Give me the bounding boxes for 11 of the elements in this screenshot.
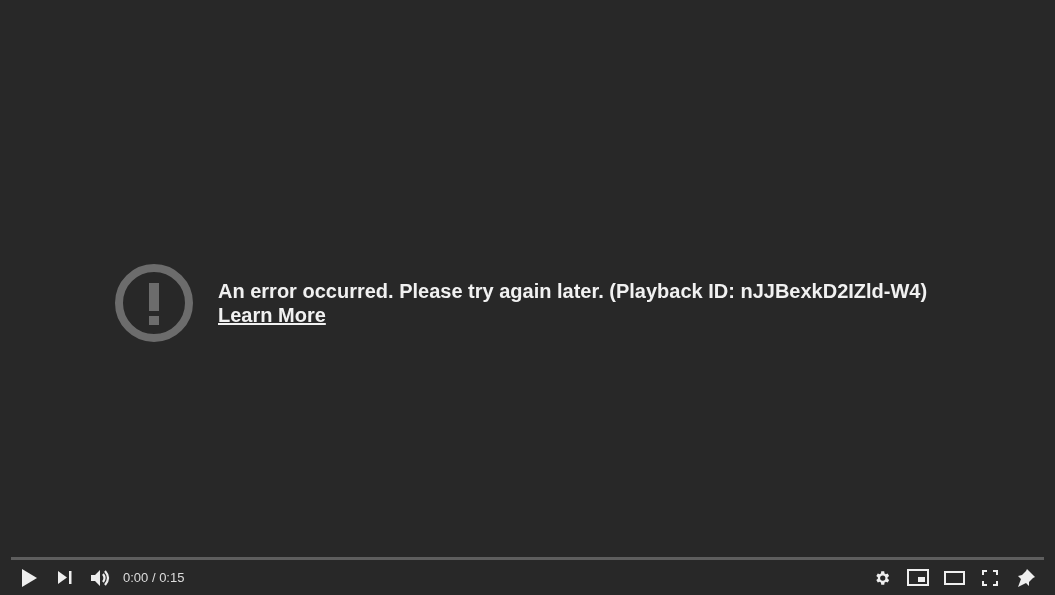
error-icon bbox=[114, 263, 194, 343]
learn-more-link[interactable]: Learn More bbox=[218, 303, 326, 327]
error-message: An error occurred. Please try again later. (Playback ID: nJJBexkD2IZld-W4) bbox=[218, 279, 928, 303]
skip-next-icon bbox=[58, 571, 72, 584]
play-icon bbox=[21, 568, 37, 587]
fullscreen-icon bbox=[982, 569, 998, 586]
miniplayer-icon bbox=[907, 569, 929, 586]
time-display: 0:00 / 0:15 bbox=[123, 570, 185, 585]
rectangle-icon bbox=[943, 570, 965, 585]
speaker-icon bbox=[91, 568, 111, 587]
pin-icon bbox=[1016, 567, 1036, 588]
